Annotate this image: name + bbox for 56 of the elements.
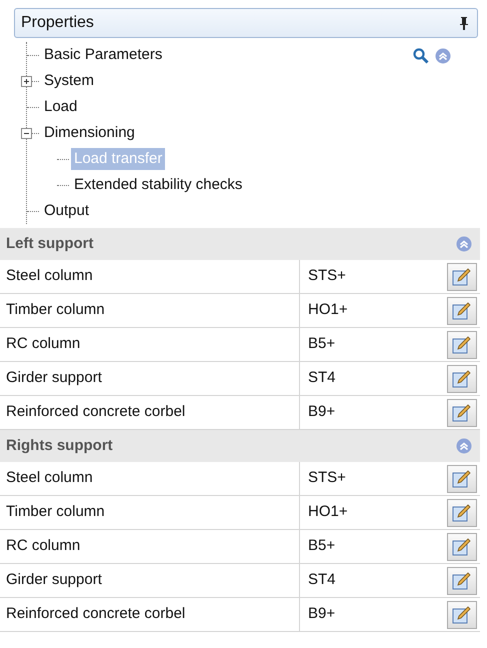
property-value: HO1+ (307, 300, 349, 320)
property-name: RC column (0, 328, 300, 361)
property-value: STS+ (307, 266, 347, 286)
tree-item[interactable]: Basic Parameters (41, 44, 166, 66)
edit-button[interactable] (447, 263, 477, 291)
edit-button[interactable] (447, 499, 477, 527)
property-value: STS+ (307, 468, 347, 488)
edit-icon (452, 370, 472, 388)
edit-icon (452, 336, 472, 354)
property-name: Girder support (0, 362, 300, 395)
section-title: Rights support (6, 436, 113, 456)
section-title: Left support (6, 234, 94, 254)
edit-icon (452, 504, 472, 522)
property-name: Reinforced concrete corbel (0, 396, 300, 429)
tree-item[interactable]: Load (41, 96, 80, 118)
edit-button[interactable] (447, 567, 477, 595)
property-value: B5+ (307, 536, 336, 556)
property-value: B5+ (307, 334, 336, 354)
pin-icon[interactable] (459, 16, 469, 30)
search-icon[interactable] (413, 48, 429, 64)
property-name: Timber column (0, 496, 300, 529)
tree-item[interactable]: Output (41, 200, 92, 222)
edit-icon (452, 268, 472, 286)
tree-item[interactable]: System (41, 70, 98, 92)
edit-icon (452, 606, 472, 624)
edit-icon (452, 538, 472, 556)
expander-icon[interactable] (21, 128, 32, 138)
property-value: ST4 (307, 368, 337, 388)
property-value: B9+ (307, 402, 336, 422)
property-name: Steel column (0, 260, 300, 293)
collapse-icon[interactable] (456, 438, 472, 454)
edit-button[interactable] (447, 601, 477, 629)
property-name: Reinforced concrete corbel (0, 598, 300, 631)
edit-icon (452, 470, 472, 488)
property-name: RC column (0, 530, 300, 563)
panel-title: Properties (21, 13, 94, 33)
edit-button[interactable] (447, 297, 477, 325)
edit-button[interactable] (447, 365, 477, 393)
property-name: Girder support (0, 564, 300, 597)
collapse-icon[interactable] (435, 48, 451, 64)
property-value: B9+ (307, 604, 336, 624)
property-name: Steel column (0, 462, 300, 495)
edit-button[interactable] (447, 533, 477, 561)
property-name: Timber column (0, 294, 300, 327)
property-value: HO1+ (307, 502, 349, 522)
edit-button[interactable] (447, 331, 477, 359)
edit-icon (452, 572, 472, 590)
edit-button[interactable] (447, 399, 477, 427)
property-value: ST4 (307, 570, 337, 590)
edit-icon (452, 302, 472, 320)
tree-item[interactable]: Dimensioning (41, 122, 138, 144)
expander-icon[interactable] (21, 76, 32, 86)
edit-icon (452, 404, 472, 422)
collapse-icon[interactable] (456, 236, 472, 252)
edit-button[interactable] (447, 465, 477, 493)
tree-item[interactable]: Extended stability checks (71, 174, 246, 196)
